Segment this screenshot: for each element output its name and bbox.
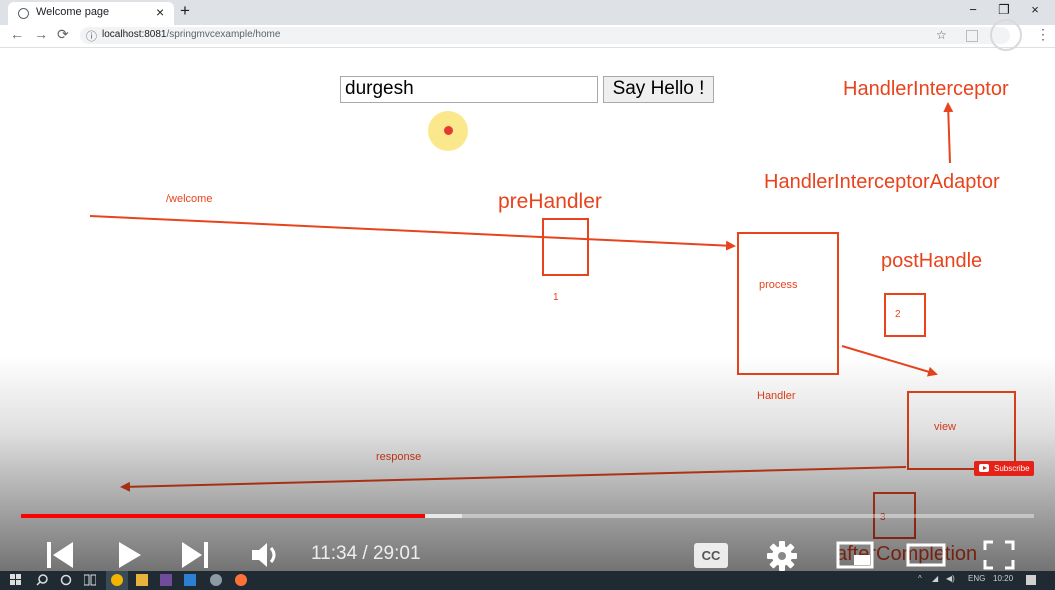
chrome-icon[interactable] (111, 574, 123, 586)
handler-interceptor-label: HandlerInterceptor (843, 78, 1009, 100)
speaker-icon[interactable]: ◀) (946, 574, 955, 583)
file-explorer-icon[interactable] (136, 574, 148, 586)
settings-gear-icon[interactable] (766, 540, 798, 572)
handler-label: Handler (757, 390, 796, 402)
handler-box (737, 232, 839, 375)
interceptor-arrow (943, 102, 954, 164)
play-icon[interactable] (118, 541, 142, 569)
handler-to-view-arrow (841, 345, 938, 377)
fullscreen-icon[interactable] (983, 540, 1015, 570)
tray-chevron-icon[interactable]: ^ (918, 574, 922, 583)
post-handle-box (884, 293, 926, 337)
previous-icon[interactable] (47, 541, 74, 569)
view-label: view (934, 421, 957, 433)
subscribe-button[interactable]: Subscribe (974, 461, 1034, 476)
settings-app-icon[interactable] (210, 574, 222, 586)
youtube-play-icon (979, 464, 989, 472)
cortana-icon[interactable] (60, 574, 72, 586)
language-indicator[interactable]: ENG (968, 574, 985, 583)
windows-start-icon[interactable] (10, 574, 22, 586)
search-icon[interactable] (36, 574, 48, 586)
firefox-icon[interactable] (235, 574, 247, 586)
handler-interceptor-adaptor-label: HandlerInterceptorAdaptor (764, 171, 1000, 193)
vscode-icon[interactable] (184, 574, 196, 586)
duration: 29:01 (372, 543, 421, 564)
clock[interactable]: 10:20 (993, 574, 1013, 583)
progress-played (21, 514, 426, 518)
notifications-icon[interactable] (1026, 575, 1036, 585)
step-2-label: 2 (895, 309, 901, 320)
time-display: 11:34 / 29:01 (311, 543, 421, 565)
subscribe-label: Subscribe (994, 464, 1030, 473)
post-handle-label: postHandle (881, 250, 983, 272)
current-time: 11:34 (311, 543, 358, 564)
view-box (907, 391, 1016, 470)
captions-icon[interactable]: CC (694, 543, 728, 568)
pre-handler-label: preHandler (498, 190, 602, 213)
response-label: response (376, 451, 422, 463)
theater-mode-icon[interactable] (906, 541, 946, 569)
miniplayer-icon[interactable] (836, 541, 874, 569)
task-view-icon[interactable] (84, 574, 96, 586)
process-label: process (759, 279, 798, 291)
response-arrow (120, 466, 907, 492)
volume-icon[interactable] (250, 540, 282, 570)
welcome-path-label: /welcome (166, 193, 213, 205)
eclipse-icon[interactable] (160, 574, 172, 586)
time-separator: / (357, 543, 373, 564)
video-progress-bar[interactable] (21, 514, 1034, 518)
network-icon[interactable]: ◢ (932, 574, 938, 583)
welcome-arrow (89, 215, 736, 251)
pre-handler-box (542, 218, 589, 276)
windows-taskbar: ^ ◢ ◀) ENG 10:20 (0, 571, 1055, 590)
next-icon[interactable] (181, 541, 208, 569)
step-1-label: 1 (553, 292, 559, 303)
